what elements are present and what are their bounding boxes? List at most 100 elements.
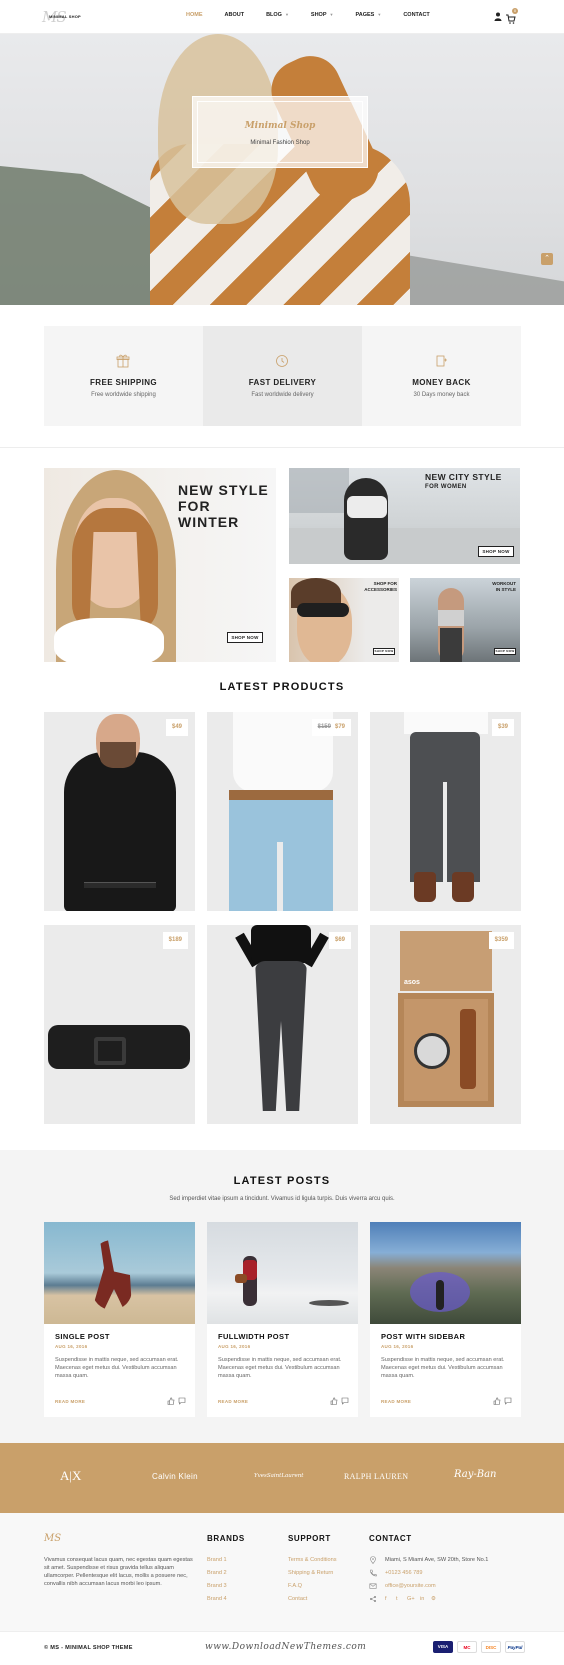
share-icon xyxy=(370,1596,376,1602)
copyright-text: © MS - MINIMAL SHOP THEME xyxy=(44,1645,133,1651)
brand-logo-ysl[interactable]: YvesSaintLaurent xyxy=(254,1473,303,1479)
gift-icon xyxy=(116,354,130,368)
product-card[interactable]: $39 xyxy=(370,712,521,911)
feature-fast-delivery: FAST DELIVERY Fast worldwide delivery xyxy=(203,326,362,426)
product-card[interactable]: $159 $79 xyxy=(207,712,358,911)
read-more-link[interactable]: READ MORE xyxy=(218,1399,248,1404)
user-icon[interactable] xyxy=(494,12,502,21)
shop-now-button[interactable]: SHOP NOW xyxy=(373,648,395,655)
post-card[interactable]: POST WITH SIDEBAR AUG 16, 2016 Suspendis… xyxy=(370,1222,521,1417)
read-more-link[interactable]: READ MORE xyxy=(381,1399,411,1404)
nav-pages-label: PAGES xyxy=(355,12,375,18)
post-title[interactable]: FULLWIDTH POST xyxy=(218,1332,289,1341)
logo-text: MINIMAL SHOP xyxy=(49,14,81,19)
linkedin-icon[interactable]: in xyxy=(420,1596,424,1602)
brand-logo-ray-ban[interactable]: Ray-Ban xyxy=(454,1469,497,1480)
nav-home[interactable]: HOME xyxy=(186,12,203,22)
footer-support-link[interactable]: F.A.Q xyxy=(288,1583,302,1589)
footer-email[interactable]: office@yoursite.com xyxy=(385,1583,436,1589)
footer-logo[interactable]: MS xyxy=(44,1533,74,1545)
site-logo[interactable]: MS MINIMAL SHOP xyxy=(42,8,88,26)
post-image[interactable] xyxy=(370,1222,521,1324)
nav-blog[interactable]: BLOG ▼ xyxy=(266,12,289,22)
product-card[interactable]: $69 xyxy=(207,925,358,1124)
footer-brands-title: BRANDS xyxy=(207,1534,245,1543)
banner-winter-title-line: NEW STYLE xyxy=(178,482,269,498)
shop-now-button[interactable]: SHOP NOW xyxy=(478,546,514,557)
feature-title: FAST DELIVERY xyxy=(248,378,317,387)
footer-brand-link[interactable]: Brand 2 xyxy=(207,1570,227,1576)
product-card[interactable]: asos $359 xyxy=(370,925,521,1124)
banner-accessories-title: SHOP FOR ACCESSORIES xyxy=(355,581,397,593)
read-more-link[interactable]: READ MORE xyxy=(55,1399,85,1404)
banner-winter-title: NEW STYLE FOR WINTER xyxy=(178,482,274,530)
product-card[interactable]: $49 xyxy=(44,712,195,911)
product-card[interactable]: $189 xyxy=(44,925,195,1124)
yoga-person-image xyxy=(92,1240,132,1310)
phone-icon xyxy=(370,1569,377,1577)
footer-brand-link[interactable]: Brand 1 xyxy=(207,1557,227,1563)
box-brand-label: asos xyxy=(404,979,420,986)
shop-now-button[interactable]: SHOP NOW xyxy=(494,648,516,655)
price: $359 xyxy=(494,937,508,943)
nav-shop[interactable]: SHOP ▼ xyxy=(311,12,334,22)
nav-pages[interactable]: PAGES ▼ xyxy=(355,12,381,22)
twitter-icon[interactable]: t xyxy=(396,1596,398,1602)
latest-posts-title: LATEST POSTS xyxy=(233,1175,331,1187)
comment-icon[interactable] xyxy=(341,1397,349,1405)
google-plus-icon[interactable]: G+ xyxy=(407,1596,415,1602)
feature-free-shipping: FREE SHIPPING Free worldwide shipping xyxy=(44,326,203,426)
clock-icon xyxy=(276,355,288,367)
footer-phone[interactable]: +0123 456 789 xyxy=(385,1570,423,1576)
price-badge: $159 $79 xyxy=(311,719,351,736)
like-icon[interactable] xyxy=(493,1397,501,1405)
footer-support-link[interactable]: Terms & Conditions xyxy=(288,1557,337,1563)
brand-logo-ax[interactable]: A|X xyxy=(60,1468,81,1484)
building-image xyxy=(289,468,349,513)
nav-contact[interactable]: CONTACT xyxy=(403,12,429,22)
hero-banner xyxy=(0,34,564,305)
like-icon[interactable] xyxy=(167,1397,175,1405)
footer-support-link[interactable]: Contact xyxy=(288,1596,307,1602)
footer-support-link[interactable]: Shipping & Return xyxy=(288,1570,333,1576)
facebook-icon[interactable]: f xyxy=(385,1596,387,1602)
brand-logo-calvin-klein[interactable]: Calvin Klein xyxy=(152,1472,198,1481)
feature-title: MONEY BACK xyxy=(412,378,471,387)
banner-accessories-line: ACCESSORIES xyxy=(364,587,397,592)
shop-now-button[interactable]: SHOP NOW xyxy=(227,632,263,643)
comment-icon[interactable] xyxy=(178,1397,186,1405)
mastercard-icon: MC xyxy=(457,1641,477,1653)
brand-logo-ralph-lauren[interactable]: RALPH LAUREN xyxy=(344,1472,408,1481)
footer-brand-link[interactable]: Brand 4 xyxy=(207,1596,227,1602)
hero-title: Minimal Shop xyxy=(244,121,316,131)
dribbble-icon[interactable]: ⚙ xyxy=(431,1596,436,1602)
scroll-top-button[interactable]: ⌃ xyxy=(541,253,553,265)
watermark-text: www.DownloadNewThemes.com xyxy=(205,1642,367,1652)
chevron-down-icon: ▼ xyxy=(377,12,382,17)
price: $69 xyxy=(334,937,345,943)
visa-card-icon: VISA xyxy=(433,1641,453,1653)
post-excerpt: Suspendisse in mattis neque, sed accumsa… xyxy=(55,1357,179,1379)
watch-image xyxy=(414,1033,450,1069)
comment-icon[interactable] xyxy=(504,1397,512,1405)
nav-home-label: HOME xyxy=(186,12,203,18)
post-excerpt: Suspendisse in mattis neque, sed accumsa… xyxy=(381,1357,505,1379)
discover-card-icon: DISC xyxy=(481,1641,501,1653)
post-image[interactable] xyxy=(207,1222,358,1324)
post-title[interactable]: POST WITH SIDEBAR xyxy=(381,1332,465,1341)
nav-about[interactable]: ABOUT xyxy=(225,12,245,22)
footer-address: Miami, S Miami Ave, SW 20th, Store No.1 xyxy=(385,1557,489,1563)
post-card[interactable]: SINGLE POST AUG 16, 2016 Suspendisse in … xyxy=(44,1222,195,1417)
post-card[interactable]: FULLWIDTH POST AUG 16, 2016 Suspendisse … xyxy=(207,1222,358,1417)
like-icon[interactable] xyxy=(330,1397,338,1405)
sunglasses-image xyxy=(297,603,349,617)
banner-winter-title-line: WINTER xyxy=(178,514,240,530)
post-image[interactable] xyxy=(44,1222,195,1324)
buckle-image xyxy=(94,1037,126,1065)
boot-image xyxy=(452,872,474,902)
feature-subtitle: 30 Days money back xyxy=(413,392,470,398)
cart-button[interactable]: 0 xyxy=(506,8,518,24)
footer-brand-link[interactable]: Brand 3 xyxy=(207,1583,227,1589)
post-title[interactable]: SINGLE POST xyxy=(55,1332,110,1341)
model-pants-image xyxy=(440,628,462,662)
